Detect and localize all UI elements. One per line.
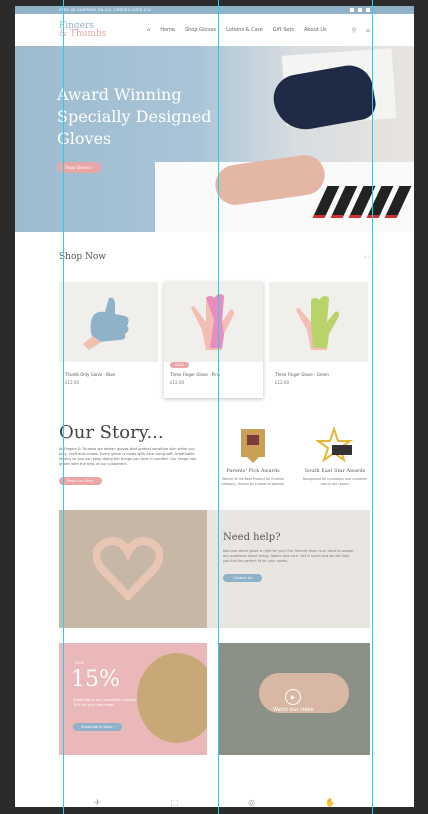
play-icon[interactable]: ▶ — [285, 689, 301, 705]
guide-line — [218, 0, 219, 814]
subscribe-button[interactable]: Subscribe & Save › — [73, 723, 123, 731]
shop-header: Shop Now ‹ › — [59, 232, 370, 282]
product-card[interactable]: Thumb Only Glove - Blue £12.00 — [59, 282, 158, 398]
shop-title: Shop Now — [59, 252, 106, 262]
nav-item[interactable]: About Us — [304, 27, 327, 33]
guide-line — [63, 0, 64, 814]
awards: Parents' Pick Awards Winner of the Best … — [218, 426, 370, 486]
product-image — [269, 282, 368, 362]
video-label: Watch our video — [273, 707, 314, 713]
story-text: At Fingers & Thumbs we design gloves tha… — [59, 447, 196, 466]
product-name: Three Finger Glove - Pink — [170, 372, 221, 377]
site-header: Fingers & Thumbs ⌂ Home Shop Gloves Loti… — [15, 14, 414, 46]
promo-tiles: SAVE 15% Subscribe to our newsletter and… — [59, 643, 370, 755]
award-icon: ◎ — [248, 798, 256, 807]
product-price: £12.00 — [275, 380, 289, 385]
hero-title: Award Winning Specially Designed Gloves — [57, 85, 212, 148]
promo-text: FREE UK SHIPPING ON ALL ORDERS OVER £30 — [59, 8, 152, 12]
help-title: Need help? — [223, 532, 281, 543]
nav-item[interactable]: Lotions & Care — [226, 27, 263, 33]
nav-item[interactable]: Shop Gloves — [185, 27, 216, 33]
promo-percent: 15% — [71, 667, 120, 692]
social-links — [350, 8, 370, 12]
story-title: Our Story... — [59, 422, 164, 443]
product-image — [59, 282, 158, 362]
product-card[interactable]: SALE Three Finger Glove - Pink £12.00 — [164, 282, 263, 398]
video-promo[interactable]: ▶ Watch our video — [219, 643, 370, 755]
announcement-bar: FREE UK SHIPPING ON ALL ORDERS OVER £30 — [15, 6, 414, 14]
carousel-arrows[interactable]: ‹ › — [364, 254, 370, 260]
award-item: South East Star Awards Recognised for in… — [300, 426, 370, 486]
award-badge-icon — [218, 426, 288, 464]
contact-button[interactable]: Contact Us — [223, 574, 263, 582]
product-card[interactable]: Three Finger Glove - Green £12.00 — [269, 282, 368, 398]
facebook-icon[interactable] — [350, 8, 354, 12]
nav-item[interactable]: Home — [160, 27, 175, 33]
search-icon[interactable]: ⚲ — [352, 27, 356, 34]
help-text: Not sure which glove is right for you? O… — [223, 549, 354, 563]
header-icons: ⚲ ⌂ — [352, 27, 370, 34]
help-section: Need help? Not sure which glove is right… — [59, 510, 370, 628]
award-text: Recognised for innovation and customer c… — [302, 477, 368, 486]
shipping-icon: ✈ — [93, 798, 101, 807]
product-name: Thumb Only Glove - Blue — [65, 372, 115, 377]
product-image — [164, 282, 263, 362]
award-text: Winner of the Best Product for Eczema ca… — [221, 477, 285, 486]
promo-label: SAVE — [75, 661, 85, 665]
page: FREE UK SHIPPING ON ALL ORDERS OVER £30 … — [15, 6, 414, 807]
box-icon: ⬚ — [170, 798, 179, 807]
heart-hands-image — [59, 510, 207, 628]
nav-item[interactable]: Gift Sets — [273, 27, 294, 33]
guide-line — [372, 0, 373, 814]
star-award-icon — [300, 426, 370, 464]
award-title: Parents' Pick Awards — [226, 468, 280, 474]
twitter-icon[interactable] — [366, 8, 370, 12]
piano-keys — [312, 186, 412, 218]
product-name: Three Finger Glove - Green — [275, 372, 329, 377]
hand-icon: ✋ — [325, 798, 335, 807]
product-jar-image — [137, 653, 207, 743]
instagram-icon[interactable] — [358, 8, 362, 12]
product-price: £12.00 — [65, 380, 79, 385]
award-title: South East Star Awards — [304, 468, 366, 474]
main-nav: ⌂ Home Shop Gloves Lotions & Care Gift S… — [147, 27, 327, 33]
cart-icon[interactable]: ⌂ — [366, 27, 370, 34]
logo-line2: & Thumbs — [59, 29, 107, 39]
home-icon[interactable]: ⌂ — [147, 27, 150, 33]
product-list: Thumb Only Glove - Blue £12.00 SALE Thre… — [59, 282, 370, 398]
award-item: Parents' Pick Awards Winner of the Best … — [218, 426, 288, 486]
promo-text: Subscribe to our newsletter and get 15% … — [73, 698, 136, 707]
read-story-button[interactable]: Read Our Story — [59, 477, 102, 485]
product-price: £12.00 — [170, 380, 184, 385]
footer-feature-icons: ✈ ⬚ ◎ ✋ — [59, 798, 370, 807]
our-story-section: Our Story... At Fingers & Thumbs we desi… — [59, 422, 370, 486]
sale-badge: SALE — [170, 362, 189, 368]
logo[interactable]: Fingers & Thumbs — [59, 22, 129, 39]
discount-promo[interactable]: SAVE 15% Subscribe to our newsletter and… — [59, 643, 207, 755]
hero-banner: Award Winning Specially Designed Gloves … — [15, 46, 414, 232]
